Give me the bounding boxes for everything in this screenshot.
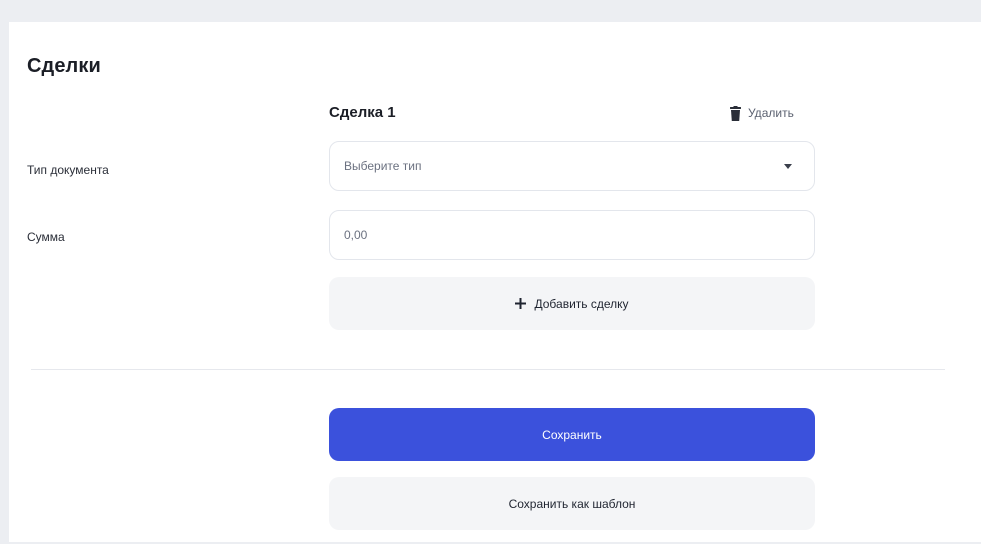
deal-title: Сделка 1: [329, 104, 396, 121]
save-button[interactable]: Сохранить: [329, 408, 815, 461]
amount-label: Сумма: [27, 230, 65, 244]
add-deal-button[interactable]: Добавить сделку: [329, 277, 815, 330]
document-type-label: Тип документа: [27, 163, 109, 177]
trash-icon: [730, 105, 741, 121]
caret-down-icon: [784, 163, 792, 169]
amount-input[interactable]: [329, 210, 815, 260]
document-type-select[interactable]: Выберите тип: [329, 141, 815, 191]
delete-deal-label: Удалить: [748, 106, 794, 120]
delete-deal-button[interactable]: Удалить: [730, 103, 794, 123]
save-as-template-button[interactable]: Сохранить как шаблон: [329, 477, 815, 530]
document-type-placeholder: Выберите тип: [344, 159, 422, 173]
plus-icon: [515, 298, 527, 309]
section-title: Сделки: [27, 55, 101, 77]
add-deal-label: Добавить сделку: [534, 296, 629, 311]
section-divider: [31, 369, 945, 370]
